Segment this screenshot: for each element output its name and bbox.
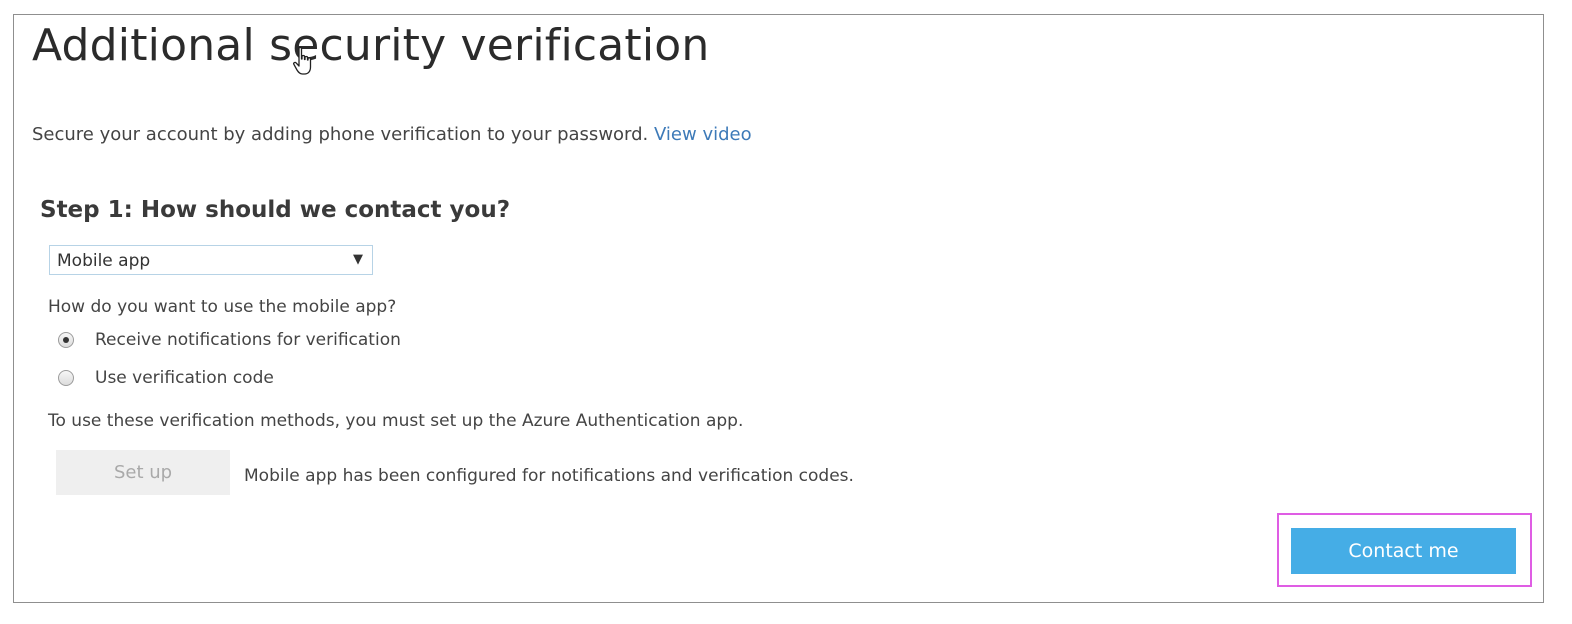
step1-heading: Step 1: How should we contact you?: [40, 197, 511, 223]
mobile-app-question: How do you want to use the mobile app?: [48, 297, 397, 317]
option-label: Receive notifications for verification: [95, 330, 401, 350]
setup-requirement-note: To use these verification methods, you m…: [48, 411, 744, 431]
contact-me-button[interactable]: Contact me: [1291, 528, 1516, 574]
radio-use-verification-code[interactable]: [58, 370, 74, 386]
radio-receive-notifications[interactable]: [58, 332, 74, 348]
option-label: Use verification code: [95, 368, 274, 388]
option-use-verification-code[interactable]: Use verification code: [58, 367, 274, 389]
configuration-status: Mobile app has been configured for notif…: [244, 466, 854, 486]
contact-method-value: Mobile app: [57, 251, 151, 271]
page-description: Secure your account by adding phone veri…: [32, 124, 752, 145]
page-title: Additional security verification: [32, 20, 710, 71]
view-video-link[interactable]: View video: [654, 124, 752, 145]
option-receive-notifications[interactable]: Receive notifications for verification: [58, 329, 401, 351]
caret-down-icon: ▼: [353, 252, 363, 267]
set-up-button[interactable]: Set up: [56, 450, 230, 495]
hand-pointer-icon: [293, 46, 312, 75]
contact-method-select[interactable]: Mobile app ▼: [49, 245, 373, 275]
description-text: Secure your account by adding phone veri…: [32, 124, 649, 145]
